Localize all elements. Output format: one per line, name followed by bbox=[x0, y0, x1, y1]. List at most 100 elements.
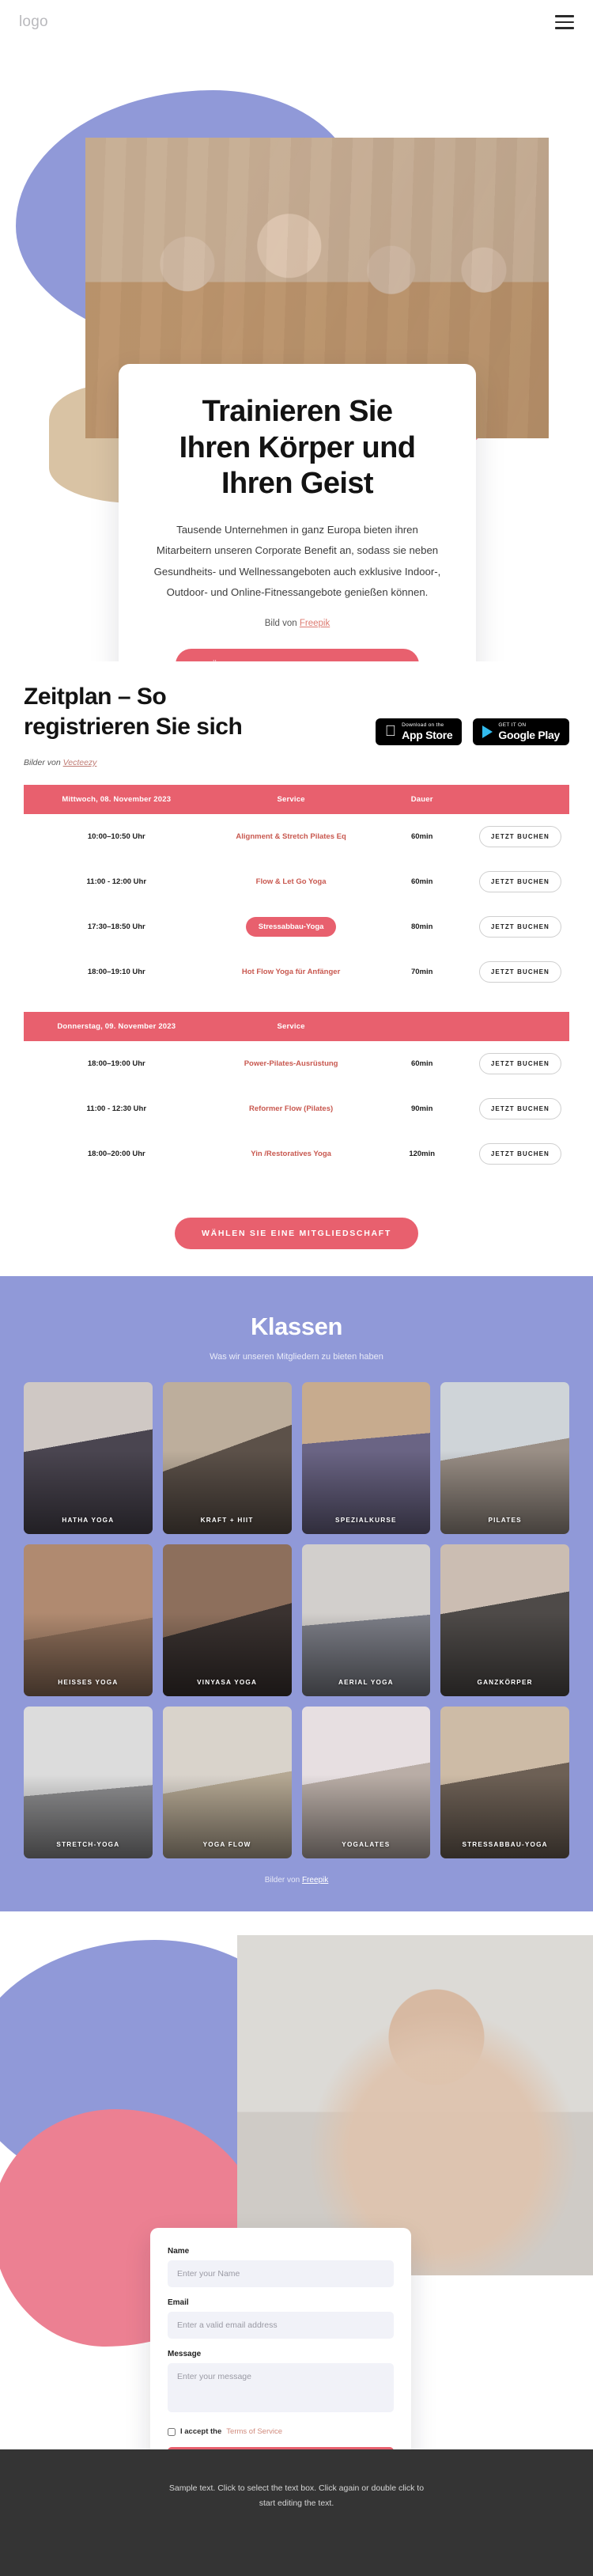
book-now-button[interactable]: JETZT BUCHEN bbox=[478, 916, 561, 938]
hero-paragraph: Tausende Unternehmen in ganz Europa biet… bbox=[153, 523, 441, 598]
row-service[interactable]: Power-Pilates-Ausrüstung bbox=[210, 1041, 373, 1086]
row-service-label: Alignment & Stretch Pilates Eq bbox=[236, 832, 346, 841]
class-card-label: STRETCH-YOGA bbox=[56, 1841, 120, 1848]
terms-of-service-link[interactable]: Terms of Service bbox=[226, 2427, 282, 2436]
row-duration: 60min bbox=[410, 877, 433, 886]
class-card[interactable]: YOGALATES bbox=[301, 1707, 431, 1858]
message-field[interactable] bbox=[168, 2363, 394, 2412]
row-service-label: Flow & Let Go Yoga bbox=[255, 877, 327, 886]
class-photo bbox=[162, 1544, 292, 1696]
class-photo bbox=[301, 1707, 431, 1858]
row-service[interactable]: Yin /Restoratives Yoga bbox=[210, 1131, 373, 1176]
class-card[interactable]: YOGA FLOW bbox=[162, 1707, 292, 1858]
classes-credit-link[interactable]: Freepik bbox=[302, 1876, 328, 1885]
burger-line bbox=[555, 27, 574, 29]
classes-image-credit: Bilder von Freepik bbox=[24, 1876, 569, 1885]
app-store-badges:  Download on the App Store GET IT ON Go… bbox=[375, 718, 569, 745]
book-now-button[interactable]: JETZT BUCHEN bbox=[478, 871, 561, 892]
site-footer: Sample text. Click to select the text bo… bbox=[0, 2449, 593, 2576]
terms-checkbox[interactable] bbox=[168, 2427, 176, 2436]
hero-title-line-1: Trainieren Sie bbox=[202, 395, 393, 428]
class-card[interactable]: VINYASA YOGA bbox=[162, 1544, 292, 1696]
hamburger-menu-icon[interactable] bbox=[555, 15, 574, 29]
row-duration: 60min bbox=[410, 832, 433, 841]
class-card[interactable]: STRESSABBAU-YOGA bbox=[440, 1707, 569, 1858]
row-service[interactable]: Hot Flow Yoga für Anfänger bbox=[210, 949, 373, 994]
hero-credit-link[interactable]: Freepik bbox=[300, 619, 330, 628]
schedule-section: Zeitplan – So registrieren Sie sich  Do… bbox=[0, 661, 593, 1276]
table-row: 18:00–19:10 Uhr Hot Flow Yoga für Anfäng… bbox=[24, 949, 569, 994]
google-play-badge-small: GET IT ON bbox=[498, 722, 527, 728]
row-action: JETZT BUCHEN bbox=[471, 814, 569, 859]
table-header-row: Donnerstag, 09. November 2023 Service bbox=[24, 1012, 569, 1041]
submit-button[interactable]: EINREICHEN bbox=[168, 2447, 394, 2449]
row-action: JETZT BUCHEN bbox=[471, 859, 569, 904]
book-now-button[interactable]: JETZT BUCHEN bbox=[478, 1098, 561, 1119]
class-photo bbox=[24, 1382, 153, 1534]
class-card-label: YOGALATES bbox=[342, 1841, 391, 1848]
google-play-badge[interactable]: GET IT ON Google Play bbox=[473, 718, 569, 745]
class-photo bbox=[162, 1707, 292, 1858]
class-photo bbox=[301, 1382, 431, 1534]
message-label: Message bbox=[168, 2350, 202, 2358]
col-date: Mittwoch, 08. November 2023 bbox=[24, 785, 210, 814]
email-field[interactable] bbox=[168, 2312, 394, 2339]
class-card[interactable]: KRAFT + HIIT bbox=[162, 1382, 292, 1534]
google-play-badge-big: Google Play bbox=[498, 729, 560, 742]
row-duration: 80min bbox=[410, 922, 433, 931]
col-service: Service bbox=[209, 1012, 373, 1041]
classes-title: Klassen bbox=[250, 1313, 343, 1340]
row-service[interactable]: Flow & Let Go Yoga bbox=[210, 859, 373, 904]
row-time: 18:00–19:10 Uhr bbox=[87, 968, 145, 976]
row-action: JETZT BUCHEN bbox=[471, 1086, 569, 1131]
apple-logo-icon:  bbox=[385, 724, 396, 739]
burger-line bbox=[555, 15, 574, 17]
row-service-label: Hot Flow Yoga für Anfänger bbox=[241, 968, 341, 976]
terms-prefix: I accept the bbox=[180, 2427, 222, 2436]
table-row: 11:00 - 12:30 Uhr Reformer Flow (Pilates… bbox=[24, 1086, 569, 1131]
class-card[interactable]: HATHA YOGA bbox=[24, 1382, 153, 1534]
table-body: 18:00–19:00 Uhr Power-Pilates-Ausrüstung… bbox=[24, 1041, 569, 1176]
contact-photo-woman-meditating bbox=[237, 1935, 593, 2275]
hero-credit-prefix: Bild von bbox=[264, 619, 300, 629]
contact-section: Name Email Message I accept the Terms of… bbox=[0, 1911, 593, 2449]
book-now-button[interactable]: JETZT BUCHEN bbox=[478, 1143, 561, 1165]
hero-membership-button[interactable]: WÄHLEN SIE EINE MITGLIEDSCHAFT bbox=[176, 649, 419, 661]
table-head: Donnerstag, 09. November 2023 Service bbox=[24, 1012, 569, 1041]
schedule-header-row: Zeitplan – So registrieren Sie sich  Do… bbox=[24, 682, 569, 745]
class-card-label: HATHA YOGA bbox=[62, 1517, 115, 1524]
class-card[interactable]: GANZKÖRPER bbox=[440, 1544, 569, 1696]
book-now-button[interactable]: JETZT BUCHEN bbox=[478, 1053, 561, 1074]
row-time: 10:00–10:50 Uhr bbox=[87, 832, 145, 841]
name-field[interactable] bbox=[168, 2260, 394, 2287]
book-now-button[interactable]: JETZT BUCHEN bbox=[478, 961, 561, 983]
row-service[interactable]: Alignment & Stretch Pilates Eq bbox=[210, 814, 373, 859]
col-action bbox=[470, 1012, 569, 1041]
app-store-badge[interactable]:  Download on the App Store bbox=[375, 718, 463, 745]
logo[interactable]: logo bbox=[19, 13, 48, 31]
schedule-credit-prefix: Bilder von bbox=[24, 758, 63, 767]
row-service[interactable]: Stressabbau-Yoga bbox=[210, 904, 373, 949]
class-card-label: VINYASA YOGA bbox=[197, 1679, 258, 1686]
hero-section: Trainieren Sie Ihren Körper und Ihren Ge… bbox=[0, 44, 593, 661]
row-service-label: Power-Pilates-Ausrüstung bbox=[244, 1059, 338, 1068]
col-action bbox=[470, 785, 569, 814]
google-play-icon bbox=[482, 725, 493, 738]
class-card[interactable]: STRETCH-YOGA bbox=[24, 1707, 153, 1858]
class-card[interactable]: HEISSES YOGA bbox=[24, 1544, 153, 1696]
classes-grid: HATHA YOGA KRAFT + HIIT SPEZIALKURSE PIL… bbox=[24, 1382, 569, 1858]
row-duration: 90min bbox=[410, 1104, 433, 1113]
class-card-label: KRAFT + HIIT bbox=[200, 1517, 254, 1524]
class-card-label: GANZKÖRPER bbox=[477, 1679, 533, 1686]
row-service[interactable]: Reformer Flow (Pilates) bbox=[210, 1086, 373, 1131]
schedule-membership-button[interactable]: WÄHLEN SIE EINE MITGLIEDSCHAFT bbox=[175, 1218, 418, 1249]
schedule-credit-link[interactable]: Vecteezy bbox=[63, 758, 97, 767]
class-card[interactable]: SPEZIALKURSE bbox=[301, 1382, 431, 1534]
row-time: 11:00 - 12:00 Uhr bbox=[86, 877, 147, 886]
row-service-label: Reformer Flow (Pilates) bbox=[249, 1104, 334, 1113]
book-now-button[interactable]: JETZT BUCHEN bbox=[478, 826, 561, 847]
row-time: 11:00 - 12:30 Uhr bbox=[86, 1104, 147, 1113]
row-action: JETZT BUCHEN bbox=[471, 1041, 569, 1086]
class-card[interactable]: AERIAL YOGA bbox=[301, 1544, 431, 1696]
class-card[interactable]: PILATES bbox=[440, 1382, 569, 1534]
